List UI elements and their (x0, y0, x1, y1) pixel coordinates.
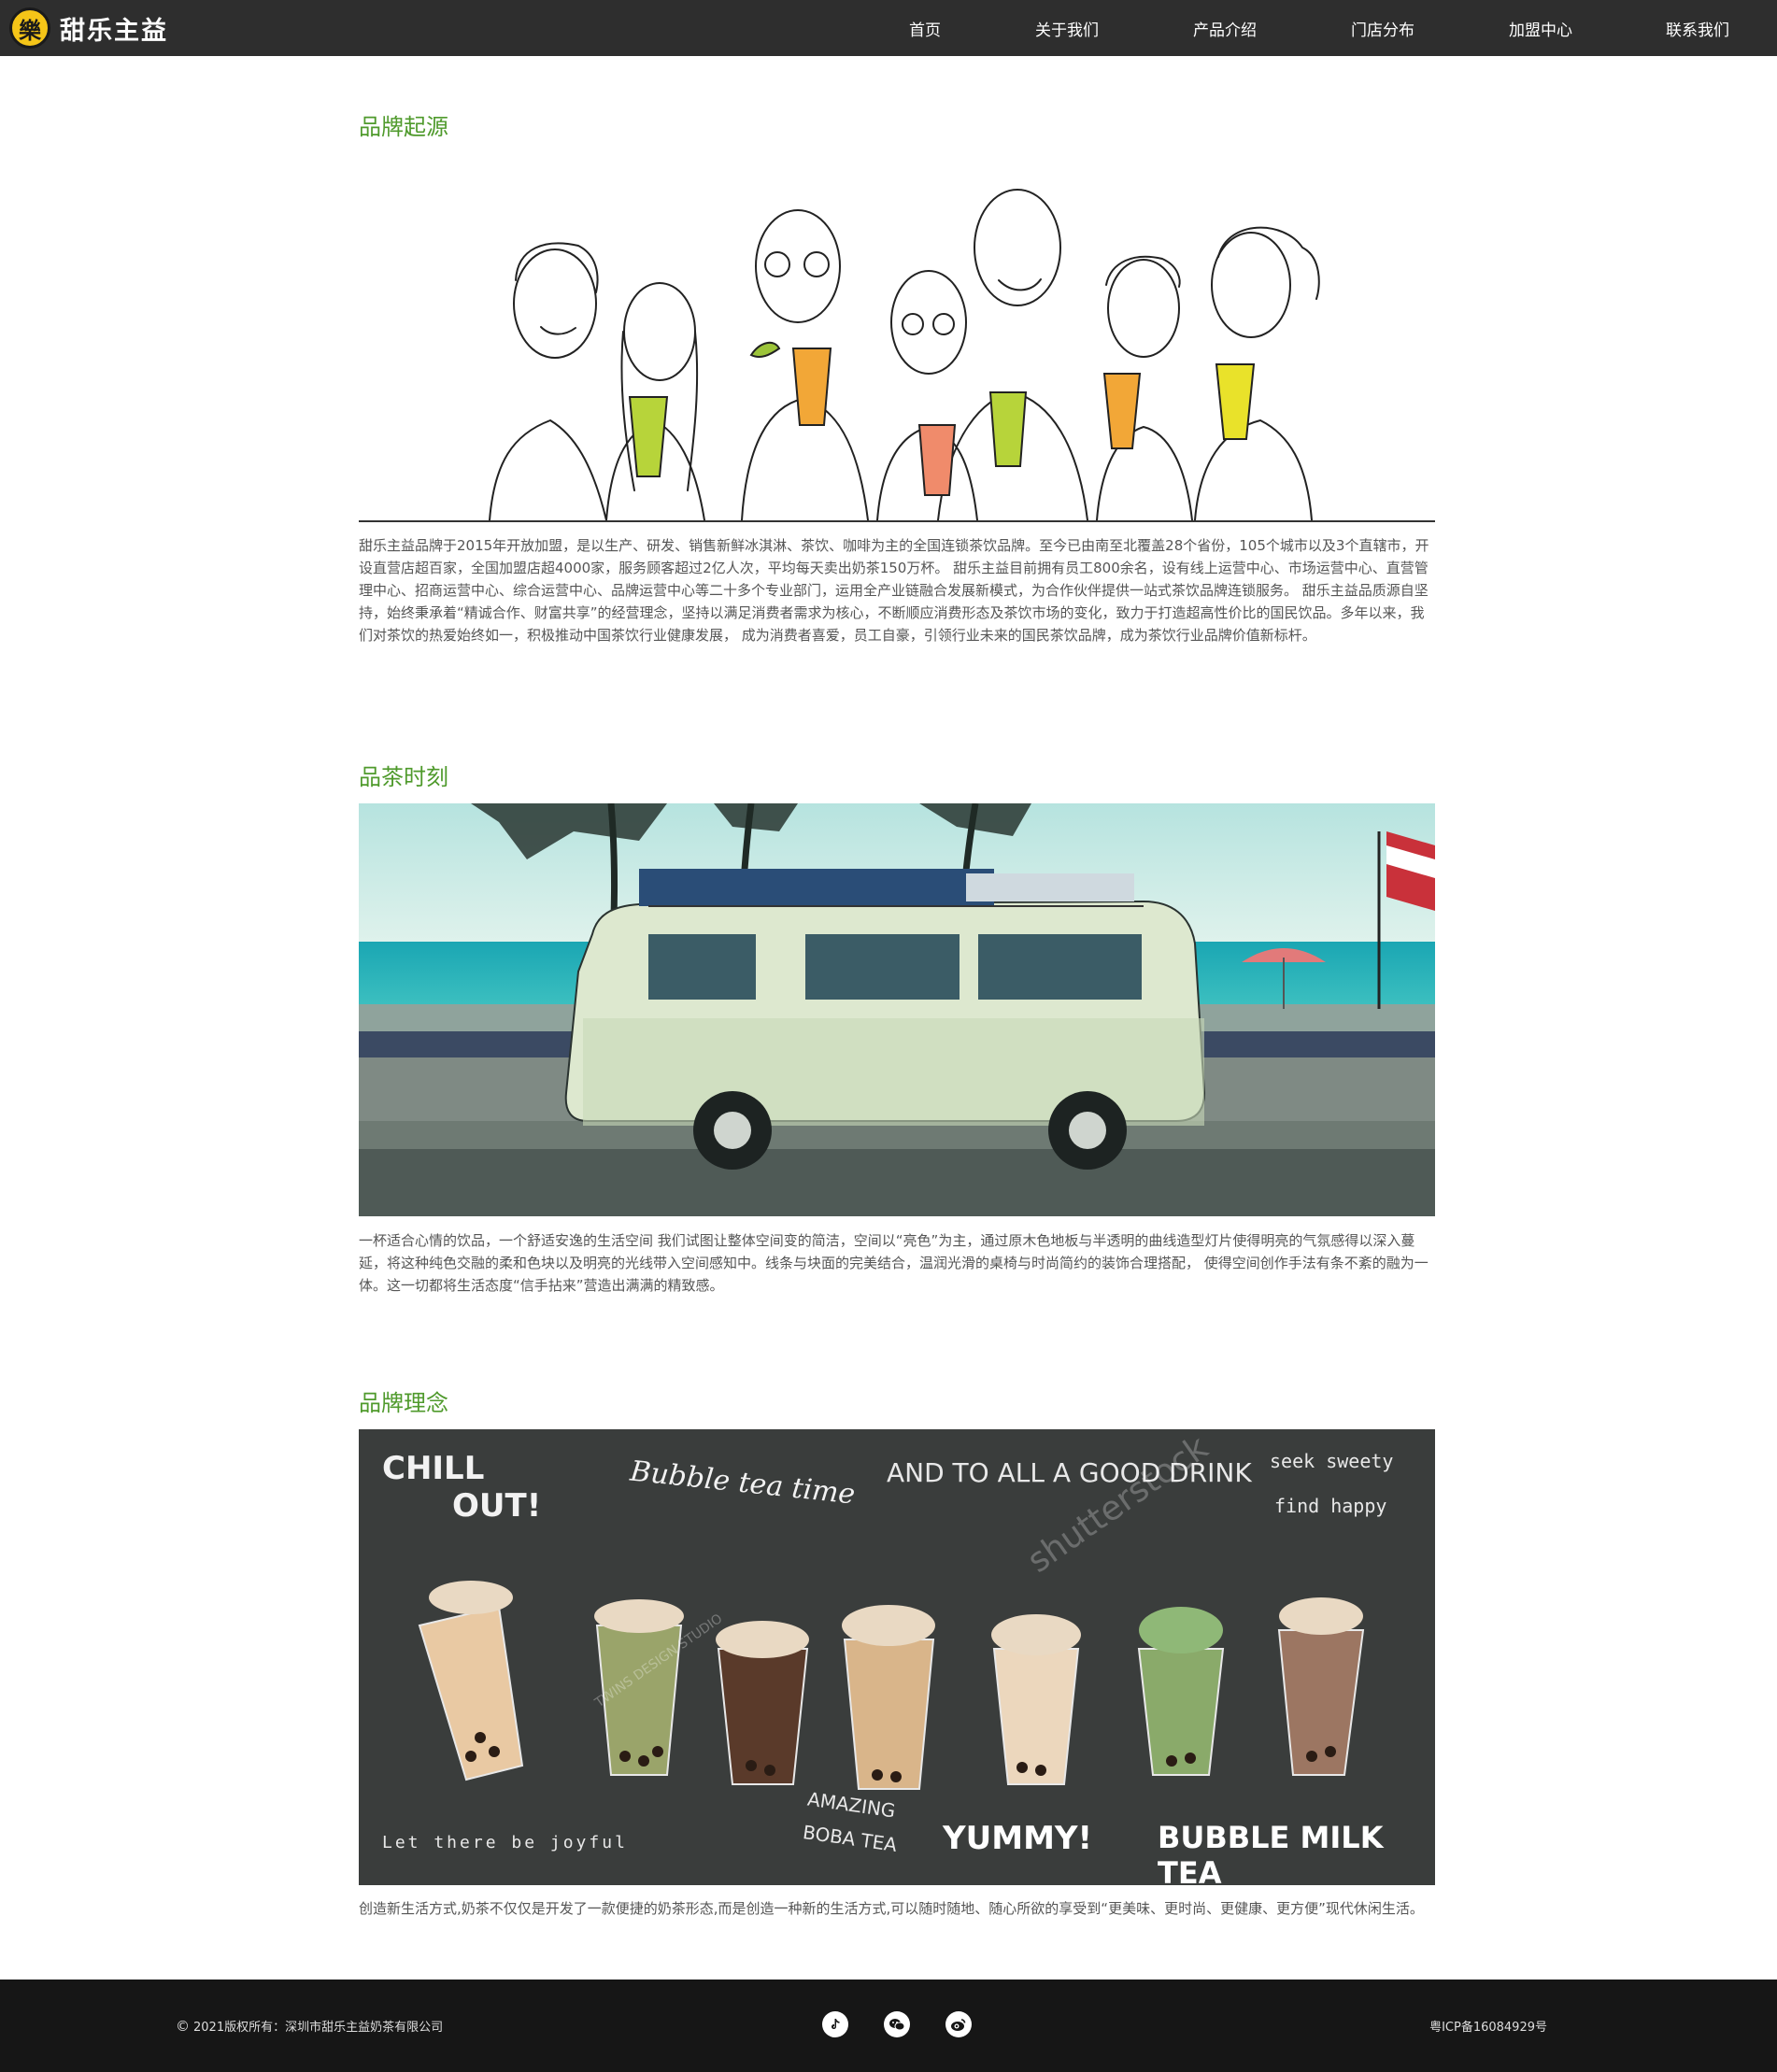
wechat-icon[interactable] (884, 2011, 910, 2037)
icp-license-text: 粤ICP备16084929号 (1429, 2021, 1547, 2035)
copyright-symbol: © (176, 2018, 190, 2035)
logo-badge-icon: 樂 (9, 7, 50, 49)
chalk-text-let-there-be-joyful: Let there be joyful (382, 1833, 628, 1852)
nav-item-stores[interactable]: 门店分布 (1351, 17, 1414, 40)
nav-item-home[interactable]: 首页 (909, 17, 941, 40)
chalk-text-out: OUT! (452, 1487, 542, 1525)
friends-illustration (359, 182, 1435, 522)
section-title-origin: 品牌起源 (359, 114, 448, 140)
beach-van-photo (359, 803, 1435, 1216)
copyright-text: © 2021版权所有：深圳市甜乐主益奶茶有限公司 (176, 2017, 443, 2035)
nav-item-products[interactable]: 产品介绍 (1193, 17, 1257, 40)
chalk-text-bubble-milk-tea: BUBBLE MILK TEA (1158, 1820, 1384, 1885)
chalk-text-yummy: YUMMY! (943, 1820, 1093, 1857)
brand-philosophy-paragraph: 创造新生活方式,奶茶不仅仅是开发了一款便捷的奶茶形态,而是创造一种新的生活方式,… (359, 1900, 1424, 1917)
chalk-text-chill: CHILL (382, 1450, 485, 1487)
chalk-text-seek-sweety: seek sweety (1270, 1450, 1394, 1472)
chalk-text-find-happy: find happy (1274, 1495, 1387, 1517)
top-navbar: 樂 甜乐主益 首页 关于我们 产品介绍 门店分布 加盟中心 联系我们 (0, 0, 1777, 56)
logo-text: 甜乐主益 (60, 16, 168, 46)
bubble-tea-chalkboard: CHILL OUT! Bubble tea time AND TO ALL A … (359, 1429, 1435, 1885)
tiktok-icon[interactable] (822, 2011, 848, 2037)
tea-moment-paragraph: 一杯适合心情的饮品，一个舒适安逸的生活空间 我们试图让整体空间变的简洁，空间以“… (359, 1232, 1429, 1294)
brand-logo[interactable]: 樂 甜乐主益 (9, 7, 168, 49)
nav-item-contact[interactable]: 联系我们 (1666, 17, 1729, 40)
nav-item-franchise[interactable]: 加盟中心 (1509, 17, 1572, 40)
nav-item-about[interactable]: 关于我们 (1035, 17, 1099, 40)
footer: © 2021版权所有：深圳市甜乐主益奶茶有限公司 粤ICP备16084929号 (0, 1980, 1777, 2072)
section-title-tea-moment: 品茶时刻 (359, 764, 448, 790)
weibo-icon[interactable] (945, 2011, 972, 2037)
copyright-label: 2021版权所有：深圳市甜乐主益奶茶有限公司 (193, 2021, 444, 2035)
origin-paragraph: 甜乐主益品牌于2015年开放加盟，是以生产、研发、销售新鲜冰淇淋、茶饮、咖啡为主… (359, 537, 1429, 644)
section-title-brand-philosophy: 品牌理念 (359, 1390, 448, 1416)
